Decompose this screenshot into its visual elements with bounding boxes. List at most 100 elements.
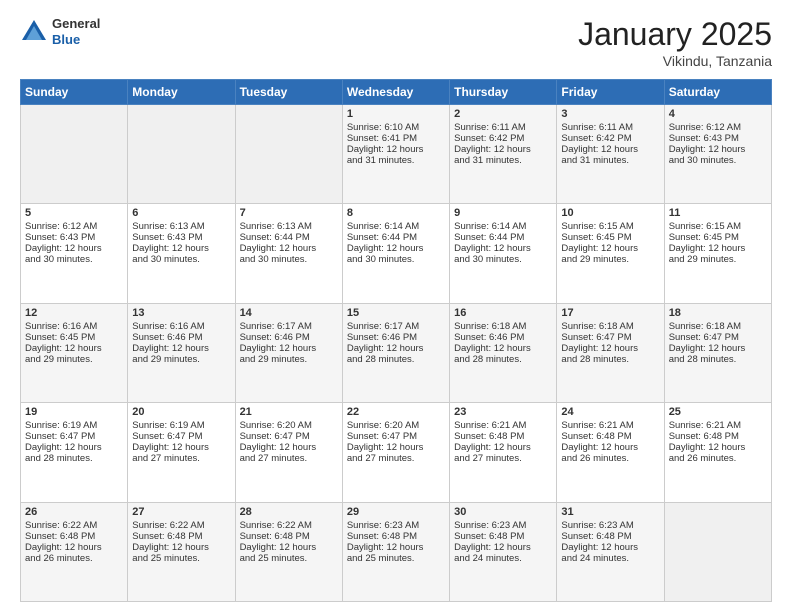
logo-text: General Blue: [52, 16, 100, 47]
day-info: and 25 minutes.: [132, 553, 230, 564]
day-info: and 30 minutes.: [669, 155, 767, 166]
calendar-cell: 30Sunrise: 6:23 AMSunset: 6:48 PMDayligh…: [450, 502, 557, 601]
day-info: and 25 minutes.: [347, 553, 445, 564]
day-number: 9: [454, 207, 552, 219]
day-number: 16: [454, 307, 552, 319]
calendar-cell: 3Sunrise: 6:11 AMSunset: 6:42 PMDaylight…: [557, 105, 664, 204]
day-info: Sunrise: 6:16 AM: [25, 321, 123, 332]
day-info: Daylight: 12 hours: [454, 442, 552, 453]
day-info: Sunset: 6:46 PM: [240, 332, 338, 343]
calendar-cell: 22Sunrise: 6:20 AMSunset: 6:47 PMDayligh…: [342, 403, 449, 502]
day-number: 10: [561, 207, 659, 219]
day-info: Sunrise: 6:17 AM: [347, 321, 445, 332]
day-info: Daylight: 12 hours: [25, 542, 123, 553]
day-info: and 24 minutes.: [454, 553, 552, 564]
day-info: and 27 minutes.: [240, 453, 338, 464]
calendar-cell: 19Sunrise: 6:19 AMSunset: 6:47 PMDayligh…: [21, 403, 128, 502]
month-title: January 2025: [578, 16, 772, 53]
day-info: and 30 minutes.: [25, 254, 123, 265]
day-info: and 27 minutes.: [347, 453, 445, 464]
day-info: Daylight: 12 hours: [132, 542, 230, 553]
calendar-cell: 2Sunrise: 6:11 AMSunset: 6:42 PMDaylight…: [450, 105, 557, 204]
day-number: 26: [25, 506, 123, 518]
day-number: 21: [240, 406, 338, 418]
day-info: Sunset: 6:44 PM: [240, 232, 338, 243]
day-info: Sunset: 6:47 PM: [132, 431, 230, 442]
calendar-cell: 26 Sunrise: 6:22 AMSunset: 6:48 PMDayligh…: [21, 502, 128, 601]
calendar-cell: 25Sunrise: 6:21 AMSunset: 6:48 PMDayligh…: [664, 403, 771, 502]
day-number: 13: [132, 307, 230, 319]
header-saturday: Saturday: [664, 80, 771, 105]
day-info: and 30 minutes.: [347, 254, 445, 265]
day-info: and 30 minutes.: [454, 254, 552, 265]
day-info: Sunset: 6:47 PM: [240, 431, 338, 442]
day-info: Sunset: 6:48 PM: [132, 531, 230, 542]
day-number: 20: [132, 406, 230, 418]
header: General Blue January 2025 Vikindu, Tanza…: [20, 16, 772, 69]
page: General Blue January 2025 Vikindu, Tanza…: [0, 0, 792, 612]
day-info: and 29 minutes.: [669, 254, 767, 265]
day-number: 30: [454, 506, 552, 518]
day-info: Sunrise: 6:14 AM: [347, 221, 445, 232]
day-info: and 24 minutes.: [561, 553, 659, 564]
logo-icon: [20, 18, 48, 46]
day-info: Sunset: 6:47 PM: [561, 332, 659, 343]
day-info: Daylight: 12 hours: [25, 243, 123, 254]
day-number: 1: [347, 108, 445, 120]
title-block: January 2025 Vikindu, Tanzania: [578, 16, 772, 69]
logo-blue: Blue: [52, 32, 100, 48]
day-number: 19: [25, 406, 123, 418]
day-number: 6: [132, 207, 230, 219]
calendar-cell: 9Sunrise: 6:14 AMSunset: 6:44 PMDaylight…: [450, 204, 557, 303]
calendar-cell: 14Sunrise: 6:17 AMSunset: 6:46 PMDayligh…: [235, 303, 342, 402]
calendar-cell: 20Sunrise: 6:19 AMSunset: 6:47 PMDayligh…: [128, 403, 235, 502]
day-number: 18: [669, 307, 767, 319]
day-info: Daylight: 12 hours: [132, 243, 230, 254]
day-info: Sunset: 6:48 PM: [454, 431, 552, 442]
calendar-cell: [235, 105, 342, 204]
day-info: and 26 minutes.: [561, 453, 659, 464]
header-monday: Monday: [128, 80, 235, 105]
day-info: Daylight: 12 hours: [454, 243, 552, 254]
day-info: Sunrise: 6:10 AM: [347, 122, 445, 133]
day-info: Sunrise: 6:22 AM: [25, 520, 123, 531]
day-info: Sunset: 6:48 PM: [25, 531, 123, 542]
day-info: Daylight: 12 hours: [132, 343, 230, 354]
day-info: Sunrise: 6:22 AM: [132, 520, 230, 531]
calendar-cell: 28Sunrise: 6:22 AMSunset: 6:48 PMDayligh…: [235, 502, 342, 601]
day-info: Daylight: 12 hours: [347, 144, 445, 155]
calendar-cell: 10Sunrise: 6:15 AMSunset: 6:45 PMDayligh…: [557, 204, 664, 303]
header-sunday: Sunday: [21, 80, 128, 105]
calendar-cell: 15Sunrise: 6:17 AMSunset: 6:46 PMDayligh…: [342, 303, 449, 402]
day-info: and 31 minutes.: [561, 155, 659, 166]
day-info: and 31 minutes.: [454, 155, 552, 166]
day-info: Sunrise: 6:23 AM: [347, 520, 445, 531]
day-info: and 29 minutes.: [25, 354, 123, 365]
day-info: and 29 minutes.: [240, 354, 338, 365]
day-info: Sunset: 6:46 PM: [132, 332, 230, 343]
day-info: Daylight: 12 hours: [561, 442, 659, 453]
day-info: Sunset: 6:48 PM: [240, 531, 338, 542]
calendar-cell: 8Sunrise: 6:14 AMSunset: 6:44 PMDaylight…: [342, 204, 449, 303]
logo-general: General: [52, 16, 100, 32]
day-info: Sunset: 6:48 PM: [561, 531, 659, 542]
day-number: 12: [25, 307, 123, 319]
day-info: Sunset: 6:47 PM: [669, 332, 767, 343]
day-info: Sunset: 6:46 PM: [347, 332, 445, 343]
day-info: Daylight: 12 hours: [561, 542, 659, 553]
calendar-cell: 5Sunrise: 6:12 AMSunset: 6:43 PMDaylight…: [21, 204, 128, 303]
day-info: Daylight: 12 hours: [347, 542, 445, 553]
day-info: Sunset: 6:47 PM: [25, 431, 123, 442]
day-info: Sunrise: 6:23 AM: [454, 520, 552, 531]
day-info: Sunset: 6:45 PM: [25, 332, 123, 343]
calendar-week-4: 19Sunrise: 6:19 AMSunset: 6:47 PMDayligh…: [21, 403, 772, 502]
day-info: and 26 minutes.: [25, 553, 123, 564]
calendar-cell: [664, 502, 771, 601]
day-info: and 28 minutes.: [347, 354, 445, 365]
calendar-week-1: 1Sunrise: 6:10 AMSunset: 6:41 PMDaylight…: [21, 105, 772, 204]
day-info: Daylight: 12 hours: [240, 243, 338, 254]
day-info: Sunrise: 6:19 AM: [25, 420, 123, 431]
day-info: and 31 minutes.: [347, 155, 445, 166]
day-info: Sunrise: 6:18 AM: [669, 321, 767, 332]
day-number: 27: [132, 506, 230, 518]
